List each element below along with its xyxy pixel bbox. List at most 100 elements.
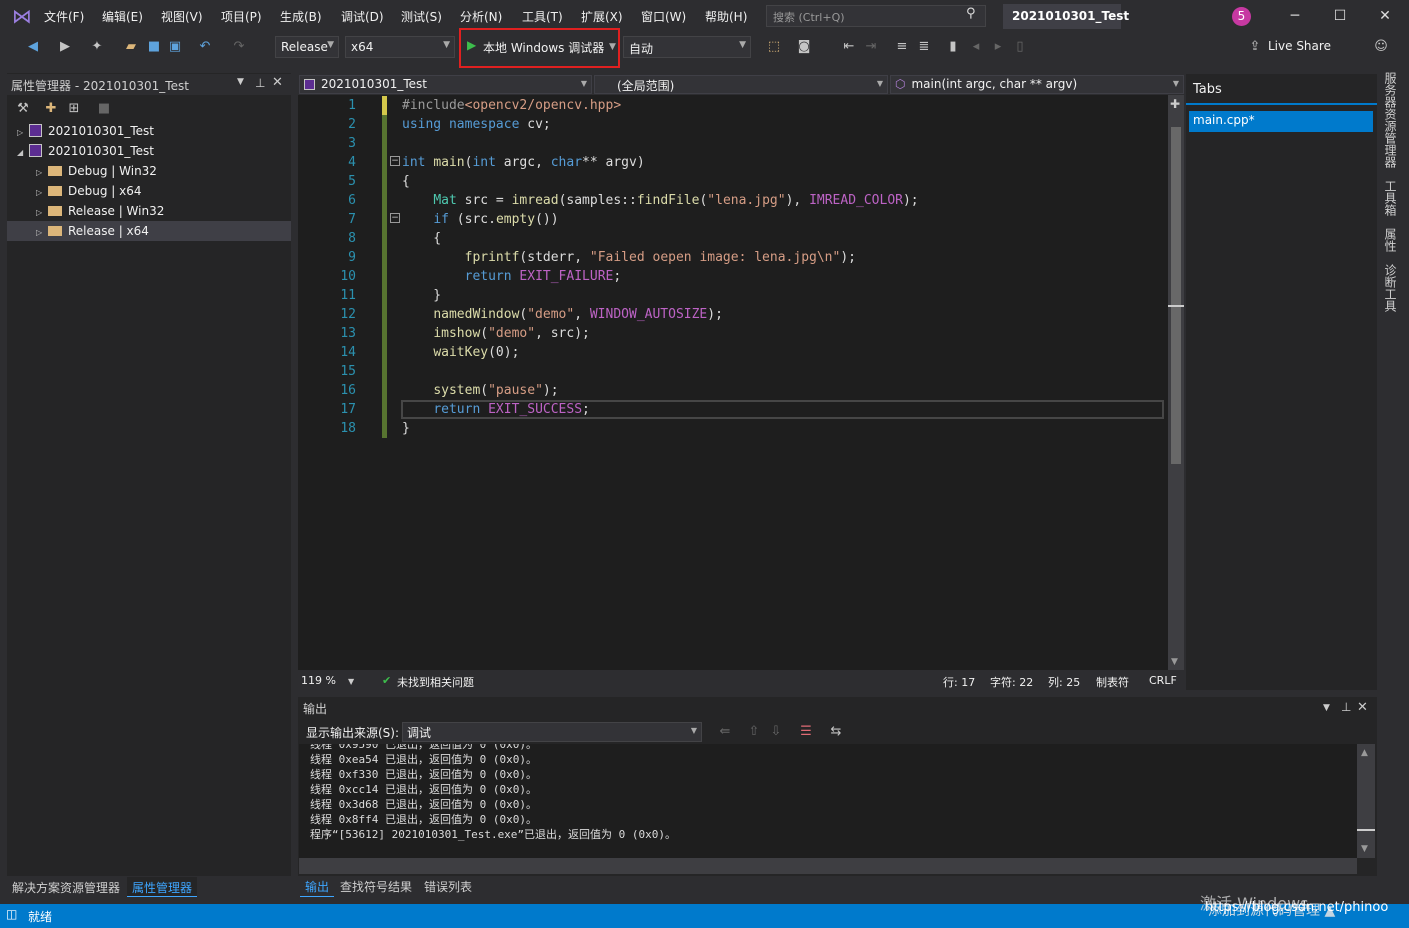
indent-icon[interactable]: ⇤ (840, 38, 858, 56)
output-text[interactable]: 线程 0x9590 已退出，返回值为 0 (0x0)。 线程 0xea54 已退… (299, 744, 1357, 858)
undo-icon[interactable]: ↶ (196, 38, 214, 56)
tree-item[interactable]: ▷ Release | Win32 (7, 201, 291, 221)
split-icon[interactable]: ✚ (1170, 97, 1180, 111)
menu-help[interactable]: 帮助(H) (705, 8, 747, 25)
tree-item[interactable]: ▷ Debug | Win32 (7, 161, 291, 181)
side-tab-diagnostics[interactable]: 诊断工具 (1383, 264, 1399, 312)
menu-build[interactable]: 生成(B) (280, 8, 322, 25)
prev-message-icon[interactable]: ⇧ (745, 723, 763, 741)
menu-analyze[interactable]: 分析(N) (460, 8, 502, 25)
side-tab-server-explorer[interactable]: 服务器资源管理器 (1383, 72, 1399, 168)
search-icon[interactable]: ⚲ (966, 6, 976, 21)
close-icon[interactable]: ✕ (272, 75, 283, 90)
find-in-files-icon[interactable]: ⬚ (765, 38, 783, 56)
nav-scope-select[interactable]: (全局范围) ▼ (594, 75, 888, 94)
comment-icon[interactable]: ≡ (893, 38, 911, 56)
menu-view[interactable]: 视图(V) (161, 8, 203, 25)
output-source-select[interactable]: 调试 ▼ (402, 722, 702, 742)
tree-item-selected[interactable]: ▷ Release | x64 (7, 221, 291, 241)
minimize-button[interactable]: ─ (1275, 4, 1315, 28)
goto-source-icon[interactable]: ⇚ (716, 723, 734, 741)
nav-member-select[interactable]: ⬡ main(int argc, char ** argv) ▼ (890, 75, 1184, 94)
tabs-mode-indicator[interactable]: 制表符 (1096, 674, 1129, 690)
save-icon[interactable]: ■ (95, 100, 113, 118)
menu-debug[interactable]: 调试(D) (341, 8, 384, 25)
redo-icon[interactable]: ↷ (230, 38, 248, 56)
expand-icon[interactable]: ▷ (36, 223, 48, 243)
issues-status[interactable]: 未找到相关问题 (397, 674, 474, 690)
close-window-button[interactable]: ✕ (1365, 4, 1405, 28)
wrench-icon[interactable]: ⚒ (14, 100, 32, 118)
output-status-icon[interactable]: ◫ (6, 907, 17, 921)
back-icon[interactable]: ◀ (24, 38, 42, 56)
scrollbar-thumb[interactable] (1357, 829, 1375, 831)
collapse-icon[interactable]: − (390, 156, 400, 166)
scroll-up-icon[interactable]: ▲ (1361, 748, 1368, 758)
expand-icon[interactable]: ▷ (36, 183, 48, 203)
tab-solution-explorer[interactable]: 解决方案资源管理器 (7, 877, 125, 897)
new-project-icon[interactable]: ✦ (88, 38, 106, 56)
tab-main-cpp[interactable]: main.cpp* (1189, 111, 1373, 132)
collapse-icon[interactable]: ◢ (17, 143, 29, 163)
tab-error-list[interactable]: 错误列表 (419, 877, 477, 896)
visual-studio-logo-icon[interactable]: ⋈ (10, 5, 34, 27)
menu-project[interactable]: 项目(P) (221, 8, 262, 25)
expand-icon[interactable]: ▷ (36, 203, 48, 223)
menu-tools[interactable]: 工具(T) (522, 8, 563, 25)
menu-test[interactable]: 测试(S) (401, 8, 442, 25)
add-existing-icon[interactable]: ⊞ (65, 100, 83, 118)
tab-output[interactable]: 输出 (300, 877, 335, 897)
save-all-icon[interactable]: ▣ (166, 38, 184, 56)
menu-file[interactable]: 文件(F) (44, 8, 84, 25)
search-input[interactable]: 搜索 (Ctrl+Q) (766, 5, 986, 27)
expand-icon[interactable]: ▷ (17, 123, 29, 143)
platform-select[interactable]: x64 ▼ (345, 36, 455, 58)
forward-icon[interactable]: ▶ (56, 38, 74, 56)
clear-bookmarks-icon[interactable]: ▯ (1011, 38, 1029, 56)
tree-item[interactable]: ▷ Debug | x64 (7, 181, 291, 201)
maximize-button[interactable]: ☐ (1320, 4, 1360, 28)
tree-item[interactable]: ◢ 2021010301_Test (7, 141, 291, 161)
share-icon[interactable]: ⇪ (1246, 38, 1264, 56)
chevron-down-icon[interactable]: ▼ (237, 77, 244, 87)
open-file-icon[interactable]: ▰ (122, 38, 140, 56)
output-vertical-scrollbar[interactable] (1357, 744, 1375, 858)
pin-icon[interactable]: ⊥ (1341, 700, 1351, 714)
next-bookmark-icon[interactable]: ▸ (989, 38, 1007, 56)
notification-badge[interactable]: 5 (1232, 7, 1251, 26)
menu-extensions[interactable]: 扩展(X) (581, 8, 623, 25)
add-property-sheet-icon[interactable]: ✚ (42, 100, 60, 118)
collapse-icon[interactable]: − (390, 213, 400, 223)
chevron-down-icon[interactable]: ▼ (609, 42, 616, 52)
clear-all-icon[interactable]: ☰ (797, 723, 815, 741)
live-share-button[interactable]: Live Share (1268, 39, 1331, 53)
eol-indicator[interactable]: CRLF (1149, 674, 1177, 687)
debug-mode-select[interactable]: 自动 ▼ (623, 36, 751, 58)
zoom-level[interactable]: 119 % (301, 674, 336, 687)
bookmark-icon[interactable]: ▮ (944, 38, 962, 56)
menu-edit[interactable]: 编辑(E) (102, 8, 143, 25)
tab-property-manager[interactable]: 属性管理器 (127, 877, 198, 897)
configuration-select[interactable]: Release ▼ (275, 36, 339, 58)
uncomment-icon[interactable]: ≣ (915, 38, 933, 56)
save-icon[interactable]: ■ (145, 38, 163, 56)
chevron-down-icon[interactable]: ▼ (348, 677, 354, 686)
side-tab-properties[interactable]: 属性 (1383, 228, 1399, 252)
side-tab-toolbox[interactable]: 工具箱 (1383, 180, 1399, 216)
close-icon[interactable]: ✕ (1357, 700, 1368, 715)
feedback-icon[interactable]: ☺ (1372, 38, 1390, 56)
expand-icon[interactable]: ▷ (36, 163, 48, 183)
nav-project-select[interactable]: 2021010301_Test ▼ (299, 75, 592, 94)
pin-icon[interactable]: ⊥ (255, 76, 265, 90)
tree-item[interactable]: ▷ 2021010301_Test (7, 121, 291, 141)
menu-window[interactable]: 窗口(W) (641, 8, 686, 25)
outdent-icon[interactable]: ⇥ (862, 38, 880, 56)
chevron-down-icon[interactable]: ▼ (1323, 703, 1330, 713)
scroll-down-icon[interactable]: ▼ (1361, 844, 1368, 854)
prev-bookmark-icon[interactable]: ◂ (967, 38, 985, 56)
screenshot-icon[interactable]: ◙ (795, 38, 813, 56)
tab-find-symbol-results[interactable]: 查找符号结果 (335, 877, 417, 896)
word-wrap-icon[interactable]: ⇆ (827, 723, 845, 741)
scrollbar-thumb[interactable] (1171, 127, 1181, 464)
scroll-down-icon[interactable]: ▼ (1171, 657, 1178, 667)
